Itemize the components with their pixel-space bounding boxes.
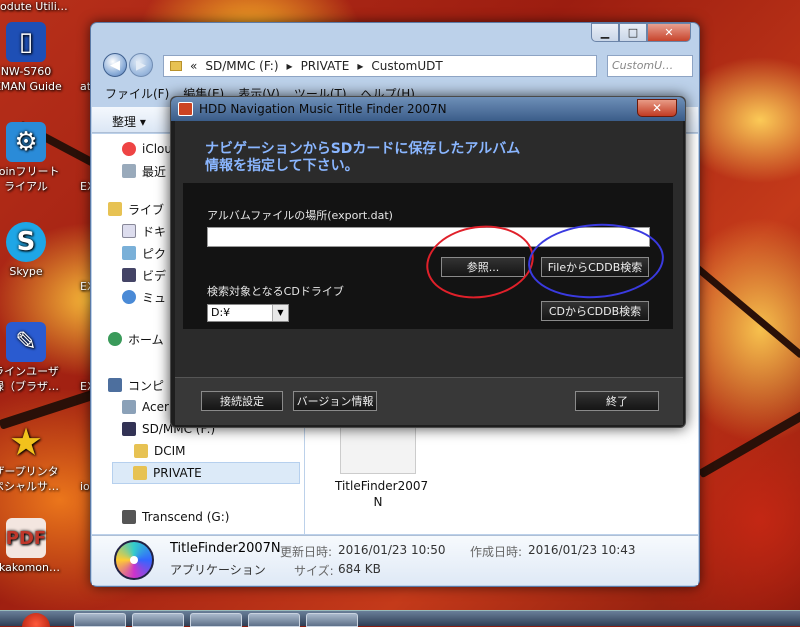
walkman-icon: ▯ <box>6 22 46 62</box>
navigation-bar: ◀ ▶ « SD/MMC (F:) ▸ PRIVATE ▸ CustomUDT … <box>97 53 693 79</box>
desktop-icon-ijoin[interactable]: ⚙ iJoinフリート ライアル <box>0 122 66 194</box>
joint-icon: ⚙ <box>6 122 46 162</box>
status-size-value: 684 KB <box>338 562 381 576</box>
desktop-icon-pdf[interactable]: PDF 2kakomon… <box>0 518 66 575</box>
status-file-type: アプリケーション <box>170 563 266 577</box>
breadcrumb-customudt[interactable]: CustomUDT <box>371 59 442 73</box>
cd-drive-value: D:¥ <box>211 306 231 319</box>
taskbar-item-4[interactable] <box>248 613 300 627</box>
nav-item-pictures[interactable]: ピク <box>122 242 166 264</box>
nav-item-private[interactable]: PRIVATE <box>112 462 300 484</box>
maximize-button[interactable]: □ <box>619 23 647 42</box>
file-item-titlefinder[interactable]: TitleFinder2007 N <box>335 418 428 510</box>
breadcrumb-sd-mmc[interactable]: SD/MMC (F:) <box>205 59 278 73</box>
nav-item-computer[interactable]: コンピ <box>108 374 164 396</box>
dialog-title-bar[interactable]: HDD Navigation Music Title Finder 2007N … <box>171 97 685 121</box>
computer-icon <box>108 378 122 392</box>
taskbar-item-3[interactable] <box>190 613 242 627</box>
nav-item-recent[interactable]: 最近 <box>122 160 166 182</box>
nav-item-homegroup[interactable]: ホーム <box>108 328 164 350</box>
nav-item-dcim[interactable]: DCIM <box>134 440 186 462</box>
sd-card-icon <box>122 422 136 436</box>
window-controls: ▁ □ ✕ <box>591 23 691 42</box>
album-path-input[interactable] <box>207 227 650 247</box>
folder-icon <box>134 444 148 458</box>
file-cddb-search-button[interactable]: FileからCDDB検索 <box>541 257 649 277</box>
document-icon <box>122 224 136 238</box>
taskbar-item-1[interactable] <box>74 613 126 627</box>
status-modified-value: 2016/01/23 10:50 <box>338 543 446 557</box>
video-icon <box>122 268 136 282</box>
title-finder-dialog: HDD Navigation Music Title Finder 2007N … <box>170 96 686 428</box>
search-input[interactable]: CustomU… <box>607 55 693 77</box>
forward-arrow-icon: ▶ <box>136 57 146 73</box>
folder-icon <box>170 61 182 71</box>
back-arrow-icon: ◀ <box>110 57 120 73</box>
details-pane: TitleFinder2007N アプリケーション 更新日時: 2016/01/… <box>92 535 698 585</box>
usb-drive-icon <box>122 510 136 524</box>
desktop-text-io: io <box>80 480 90 493</box>
breadcrumb-separator[interactable]: ▸ <box>357 59 363 73</box>
browse-button[interactable]: 参照... <box>441 257 525 277</box>
icloud-icon <box>122 142 136 156</box>
music-icon <box>122 290 136 304</box>
status-modified-label: 更新日時: <box>280 545 333 559</box>
minimize-icon: ▁ <box>600 26 610 39</box>
connection-settings-button[interactable]: 接続設定 <box>201 391 283 411</box>
cd-drive-select[interactable]: D:¥ ▼ <box>207 304 289 322</box>
status-file-name: TitleFinder2007N <box>170 541 281 556</box>
desktop-text-utility: odute Utili… <box>0 0 68 13</box>
cd-disc-icon <box>114 540 154 580</box>
pen-icon: ✎ <box>6 322 46 362</box>
breadcrumb-private[interactable]: PRIVATE <box>301 59 350 73</box>
menu-file[interactable]: ファイル(F) <box>105 85 169 105</box>
organize-button[interactable]: 整理 ▾ <box>112 115 146 129</box>
homegroup-icon <box>108 332 122 346</box>
recent-icon <box>122 164 136 178</box>
chevron-down-icon: ▼ <box>272 305 288 321</box>
nav-item-libraries[interactable]: ライブ <box>108 198 164 220</box>
cd-drive-label: 検索対象となるCDドライブ <box>207 285 344 298</box>
dialog-close-button[interactable]: ✕ <box>637 99 677 117</box>
library-icon <box>108 202 122 216</box>
nav-item-videos[interactable]: ビデ <box>122 264 166 286</box>
status-size-label: サイズ: <box>294 564 334 578</box>
status-created-label: 作成日時: <box>470 545 523 559</box>
picture-icon <box>122 246 136 260</box>
taskbar-item-2[interactable] <box>132 613 184 627</box>
taskbar <box>0 610 800 627</box>
star-icon: ★ <box>8 419 44 464</box>
breadcrumb-separator[interactable]: ▸ <box>287 59 293 73</box>
app-icon <box>178 102 193 116</box>
forward-button[interactable]: ▶ <box>129 53 153 77</box>
desktop-icon-skype[interactable]: S Skype <box>0 222 66 279</box>
close-icon: ✕ <box>664 26 674 39</box>
skype-icon: S <box>6 222 46 262</box>
exit-button[interactable]: 終了 <box>575 391 659 411</box>
dialog-title: HDD Navigation Music Title Finder 2007N <box>199 102 447 116</box>
nav-item-transcend[interactable]: Transcend (G:) <box>122 506 229 528</box>
cd-cddb-search-button[interactable]: CDからCDDB検索 <box>541 301 649 321</box>
nav-item-documents[interactable]: ドキ <box>122 220 166 242</box>
album-file-label: アルバムファイルの場所(export.dat) <box>207 209 393 222</box>
close-button[interactable]: ✕ <box>647 23 691 42</box>
taskbar-item-5[interactable] <box>306 613 358 627</box>
status-created-value: 2016/01/23 10:43 <box>528 543 636 557</box>
pdf-icon: PDF <box>6 518 46 558</box>
back-button[interactable]: ◀ <box>103 53 127 77</box>
version-info-button[interactable]: バージョン情報 <box>293 391 377 411</box>
minimize-button[interactable]: ▁ <box>591 23 619 42</box>
breadcrumb-prefix: « <box>190 59 198 73</box>
instruction-heading: ナビゲーションからSDカードに保存したアルバム 情報を指定して下さい。 <box>205 141 521 174</box>
desktop-icon-line-user[interactable]: ✎ ラインユーザ 録（ブラザ… <box>0 322 66 394</box>
desktop-icon-walkman[interactable]: ▯ NW-S760 IKMAN Guide <box>0 22 66 94</box>
folder-icon <box>133 466 147 480</box>
address-bar[interactable]: « SD/MMC (F:) ▸ PRIVATE ▸ CustomUDT <box>163 55 597 77</box>
drive-icon <box>122 400 136 414</box>
desktop-icon-printer-special[interactable]: ★ ザープリンタ ペシャルサ… <box>0 422 66 494</box>
maximize-icon: □ <box>627 26 639 39</box>
nav-item-music[interactable]: ミュ <box>122 286 166 308</box>
start-button[interactable] <box>22 613 50 627</box>
